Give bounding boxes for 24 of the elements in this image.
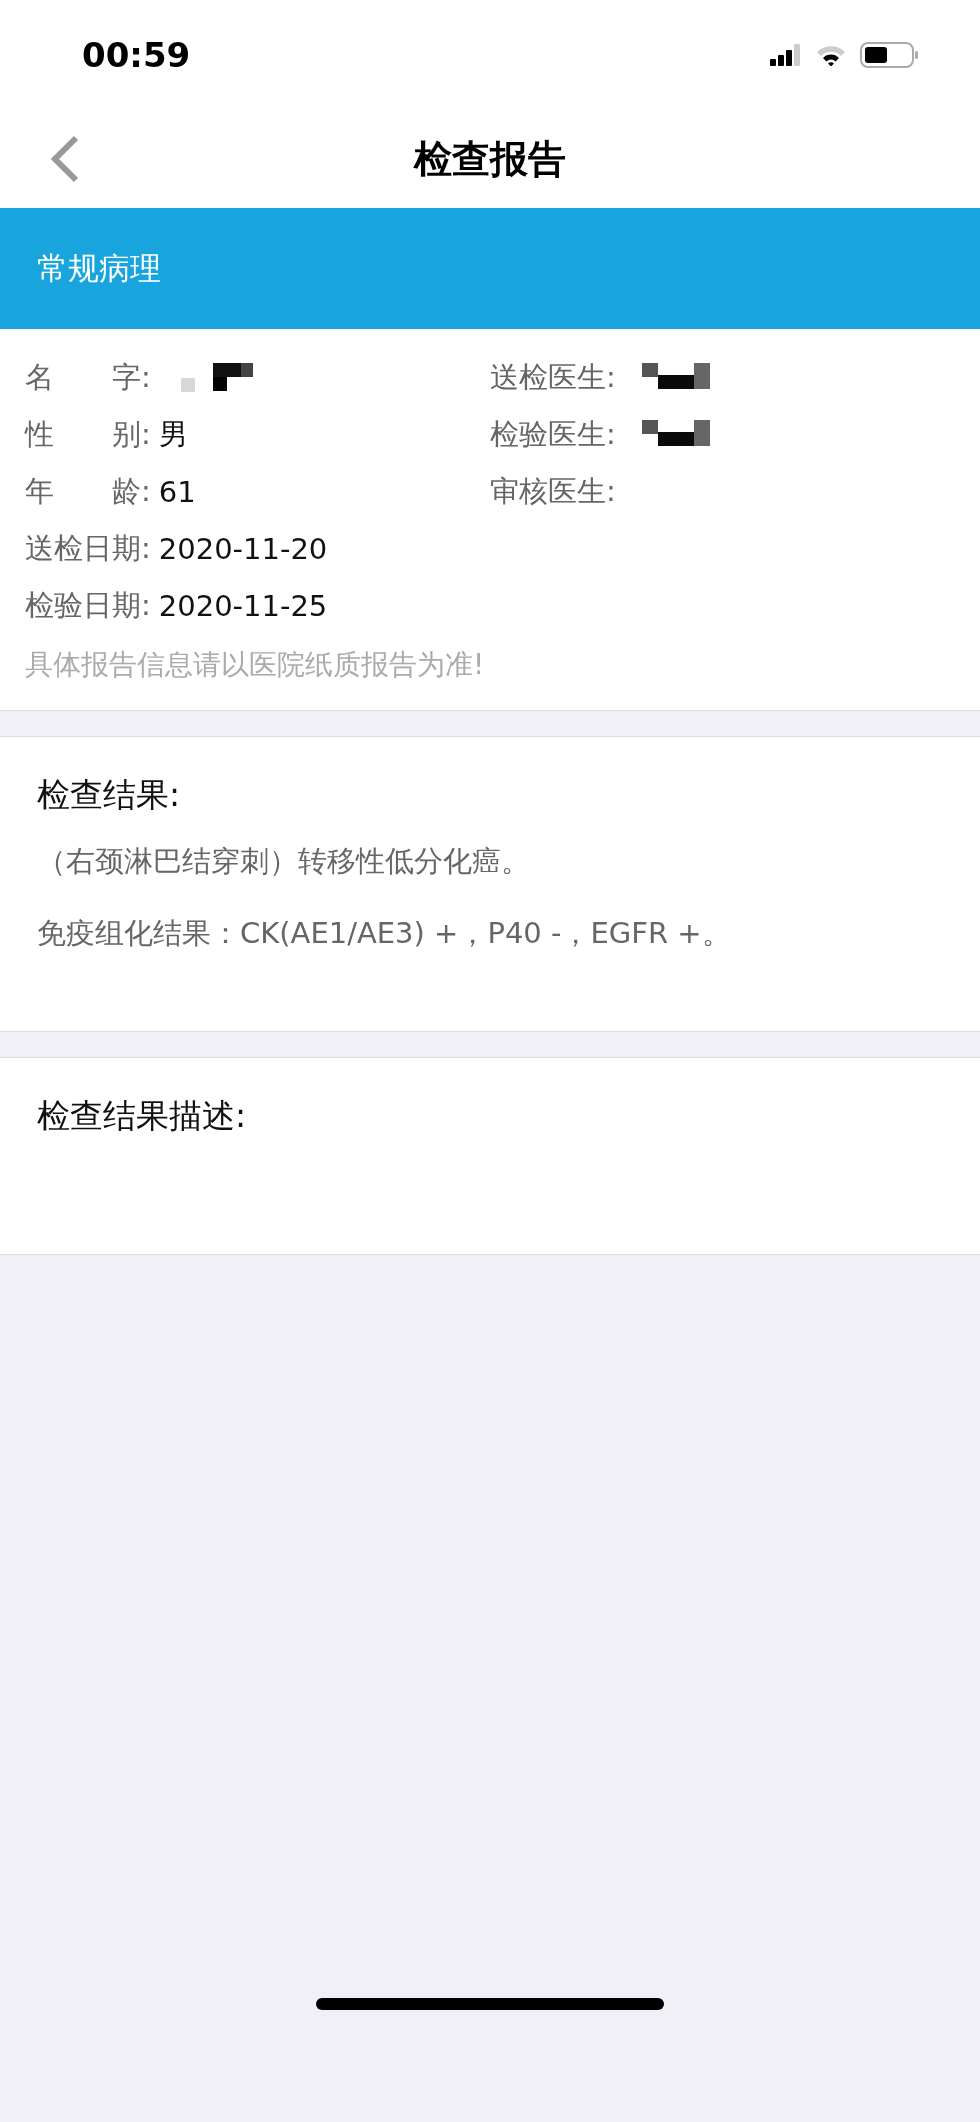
field-label: 送检医生: (490, 358, 616, 396)
field-label: 送检日期: (25, 529, 151, 567)
section-heading: 检查结果: (37, 774, 182, 816)
field-label: 检验医生: (490, 415, 616, 453)
field-value: 2020-11-25 (158, 588, 328, 623)
status-time: 00:59 (82, 35, 191, 75)
field-value: 2020-11-20 (158, 531, 328, 566)
field-label: 性 别: (25, 415, 151, 453)
result-text: （右颈淋巴结穿刺）转移性低分化癌。 (37, 843, 531, 880)
wifi-icon (816, 44, 846, 66)
signal-icon (770, 44, 802, 66)
result-text: 免疫组化结果：CK(AE1/AE3) +，P40 -，EGFR +。 (37, 915, 732, 952)
battery-icon (860, 42, 920, 68)
field-value: 男 (158, 415, 188, 453)
section-heading: 检查结果描述: (37, 1095, 248, 1137)
banner-title: 常规病理 (37, 248, 161, 288)
field-label: 检验日期: (25, 586, 151, 624)
notice-text: 具体报告信息请以医院纸质报告为准! (25, 647, 486, 683)
field-label: 审核医生: (490, 472, 616, 510)
field-label: 年 龄: (25, 472, 151, 510)
field-value: 61 (158, 474, 196, 509)
page-title: 检查报告 (414, 135, 566, 183)
back-icon[interactable] (50, 135, 80, 183)
field-label: 名 字: (25, 358, 151, 396)
